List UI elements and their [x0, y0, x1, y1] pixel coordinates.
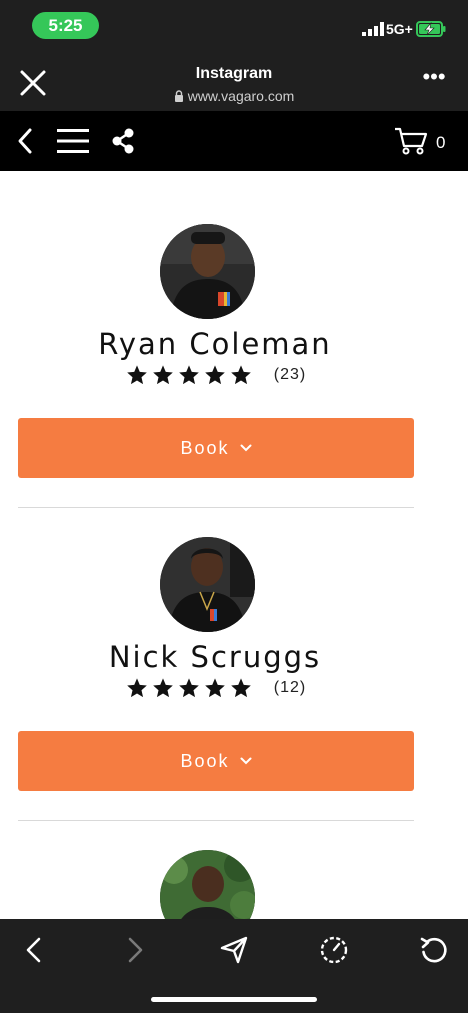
- nav-back-icon[interactable]: [14, 126, 36, 156]
- reload-icon[interactable]: [419, 935, 449, 965]
- star-icon: [204, 678, 225, 698]
- battery-charging-icon: [416, 21, 446, 37]
- share-icon[interactable]: [219, 935, 249, 965]
- status-bar: 5:25 5G+: [0, 0, 468, 52]
- portrait-image: [160, 850, 255, 919]
- book-button-label: Book: [180, 437, 230, 458]
- staff-avatar[interactable]: [160, 224, 255, 319]
- star-rating: (12): [0, 677, 430, 699]
- staff-card: Ryan Coleman (23) Book: [0, 171, 468, 508]
- cellular-signal-icon: [362, 22, 384, 36]
- staff-card: [0, 797, 468, 919]
- star-icon: [230, 678, 251, 698]
- back-icon[interactable]: [20, 935, 50, 965]
- lock-icon: [174, 90, 183, 102]
- site-nav-bar: 0: [0, 111, 468, 171]
- review-count[interactable]: (12): [274, 679, 306, 697]
- portrait-image: [160, 537, 255, 632]
- book-button-label: Book: [180, 750, 230, 771]
- star-icon: [126, 365, 147, 385]
- browser-bar: Instagram www.vagaro.com •••: [0, 52, 468, 111]
- star-icon: [230, 365, 251, 385]
- browser-url: www.vagaro.com: [187, 88, 295, 104]
- book-button[interactable]: Book: [18, 731, 414, 791]
- browser-url-row[interactable]: www.vagaro.com: [0, 88, 468, 104]
- speed-icon[interactable]: [319, 935, 349, 965]
- chevron-down-icon: [240, 757, 252, 765]
- bottom-toolbar: [0, 919, 468, 1013]
- star-icon: [204, 365, 225, 385]
- star-icon: [152, 678, 173, 698]
- staff-list: Ryan Coleman (23) Book Nick Scruggs (12)…: [0, 171, 468, 919]
- star-rating: (23): [0, 364, 430, 386]
- status-time: 5:25: [32, 12, 99, 39]
- portrait-image: [160, 224, 255, 319]
- review-count[interactable]: (23): [274, 366, 306, 384]
- more-options-button[interactable]: •••: [420, 66, 448, 92]
- star-icon: [178, 365, 199, 385]
- staff-name: Nick Scruggs: [108, 640, 322, 674]
- share-nodes-icon[interactable]: [110, 127, 136, 155]
- staff-name: Ryan Coleman: [98, 327, 332, 361]
- staff-card: Nick Scruggs (12) Book: [0, 484, 468, 821]
- staff-avatar[interactable]: [160, 850, 255, 919]
- browser-title: Instagram: [195, 65, 273, 82]
- star-icon: [126, 678, 147, 698]
- cart-count: 0: [436, 133, 446, 152]
- top-chrome: 5:25 5G+ Instagram www.vagaro.com •••: [0, 0, 468, 111]
- star-icon: [178, 678, 199, 698]
- network-type: 5G+: [386, 21, 413, 37]
- star-icon: [152, 365, 173, 385]
- staff-avatar[interactable]: [160, 537, 255, 632]
- chevron-down-icon: [240, 444, 252, 452]
- cart-icon[interactable]: [394, 126, 428, 156]
- hamburger-menu-icon[interactable]: [56, 127, 90, 155]
- forward-icon[interactable]: [119, 935, 149, 965]
- home-indicator[interactable]: [151, 997, 317, 1002]
- book-button[interactable]: Book: [18, 418, 414, 478]
